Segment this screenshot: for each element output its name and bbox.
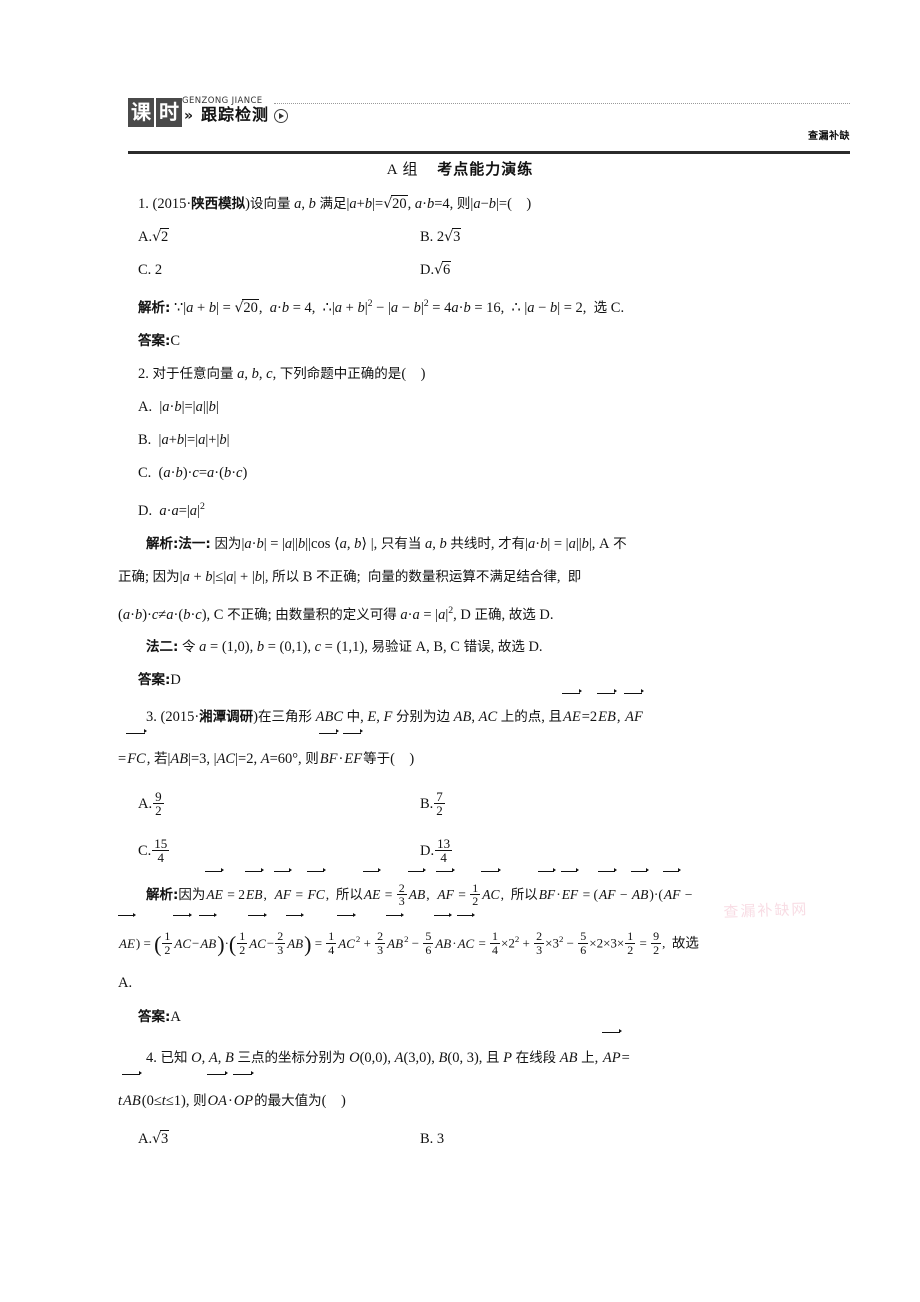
question-4-option-b[interactable]: B. 3 xyxy=(420,1123,444,1156)
question-1-option-b[interactable]: B. 2√3 xyxy=(420,221,462,254)
question-3-answer: 答案:A xyxy=(138,1009,181,1026)
question-3-option-b[interactable]: B. 7 2 xyxy=(420,781,446,828)
question-3-options-row-2: C. 15 4 D. 13 4 xyxy=(118,828,834,875)
question-3-options-row-1: A. 9 2 B. 7 2 xyxy=(118,781,834,828)
question-1-stem: 1. (2015·陕西模拟)设向量 a, b 满足|a+b|=√20, a·b=… xyxy=(138,195,532,212)
question-2-analysis-line-3: (a·b)·c≠a·(b·c), C 不正确; 由数量积的定义可得 a·a = … xyxy=(118,604,554,623)
section-title: A 组 考点能力演练 xyxy=(0,158,920,179)
question-2-option-c[interactable]: C. (a·b)·c=a·(b·c) xyxy=(118,457,834,490)
question-1-options-row-1: A.√2 B. 2√3 xyxy=(118,221,834,254)
question-3-option-c[interactable]: C. 15 4 xyxy=(138,828,170,875)
header-dotted-rule xyxy=(274,103,850,104)
question-3-option-a[interactable]: A. 9 2 xyxy=(138,781,165,828)
question-2-option-a[interactable]: A. |a·b|=|a||b| xyxy=(118,391,834,424)
question-2-answer: 答案:D xyxy=(138,672,181,689)
question-3-stem-line-2: =FC, 若|AB|=3, |AC|=2, A=60°, 则BF·EF等于( ) xyxy=(118,729,834,781)
question-1-option-d[interactable]: D.√6 xyxy=(420,254,452,287)
question-4-option-a[interactable]: A.√3 xyxy=(138,1123,170,1156)
question-3-analysis-line-1: 解析:因为AE = 2EB, AF = FC, 所以AE = 2 3 AB, AF … xyxy=(118,867,834,915)
question-2-analysis-line-4: 法二: 令 a = (1,0), b = (0,1), c = (1,1), 易… xyxy=(146,639,543,656)
question-3-stem-line-1: 3. (2015·湘潭调研)在三角形 ABC 中, E, F 分别为边 AB, … xyxy=(118,689,834,737)
question-2-analysis-line-1: 解析:法一: 因为|a·b| = |a||b||cos ⟨a, b⟩ |, 只有… xyxy=(146,535,627,552)
badge-char-ke: 课 xyxy=(128,98,154,127)
badge-char-shi: 时 xyxy=(156,98,182,127)
question-1-option-a[interactable]: A.√2 xyxy=(138,221,170,254)
question-2-option-d[interactable]: D. a·a=|a|2 xyxy=(118,490,834,528)
worksheet-page: 课时» 跟踪检测 GENZONG JIANCE 查漏补缺 A 组 考点能力演练 1… xyxy=(0,0,920,1302)
question-3-analysis-line-2: AE) = (1 2 AC−AB)·(1 2 AC− 2 3 AB) = 1 4 AC2 + 23… xyxy=(118,912,834,969)
header-pinyin: GENZONG JIANCE xyxy=(182,96,263,106)
question-4-options-row-1: A.√3 B. 3 xyxy=(118,1123,834,1156)
question-4-stem-line-2: tAB(0≤t≤1), 则OA·OP的最大值为( ) xyxy=(118,1071,834,1123)
question-2-option-b[interactable]: B. |a+b|=|a|+|b| xyxy=(118,424,834,457)
question-body: 1. (2015·陕西模拟)设向量 a, b 满足|a+b|=√20, a·b=… xyxy=(118,188,834,1156)
section-group-label: A 组 xyxy=(386,162,419,178)
header-solid-rule xyxy=(128,151,850,154)
question-1-analysis: 解析: ∵|a + b| = √20, a·b = 4, ∴|a + b|2 −… xyxy=(138,298,625,316)
question-1-answer: 答案:C xyxy=(138,332,181,349)
page-header: 课时» 跟踪检测 GENZONG JIANCE 查漏补缺 xyxy=(128,96,850,154)
chevron-double-right-icon: » xyxy=(184,108,194,124)
section-title-label: 考点能力演练 xyxy=(437,160,534,178)
header-row: 课时» 跟踪检测 GENZONG JIANCE 查漏补缺 xyxy=(128,96,850,146)
question-1-options-row-2: C. 2 D.√6 xyxy=(118,254,834,287)
question-3-analysis-line-3: A. xyxy=(118,975,133,992)
question-2-stem: 2. 对于任意向量 a, b, c, 下列命题中正确的是( ) xyxy=(138,365,426,382)
header-right-label: 查漏补缺 xyxy=(808,131,850,142)
question-1-option-c[interactable]: C. 2 xyxy=(138,254,162,287)
play-circle-icon xyxy=(274,109,289,123)
question-2-analysis-line-2: 正确; 因为|a + b|≤|a| + |b|, 所以 B 不正确; 向量的数量… xyxy=(118,568,582,585)
